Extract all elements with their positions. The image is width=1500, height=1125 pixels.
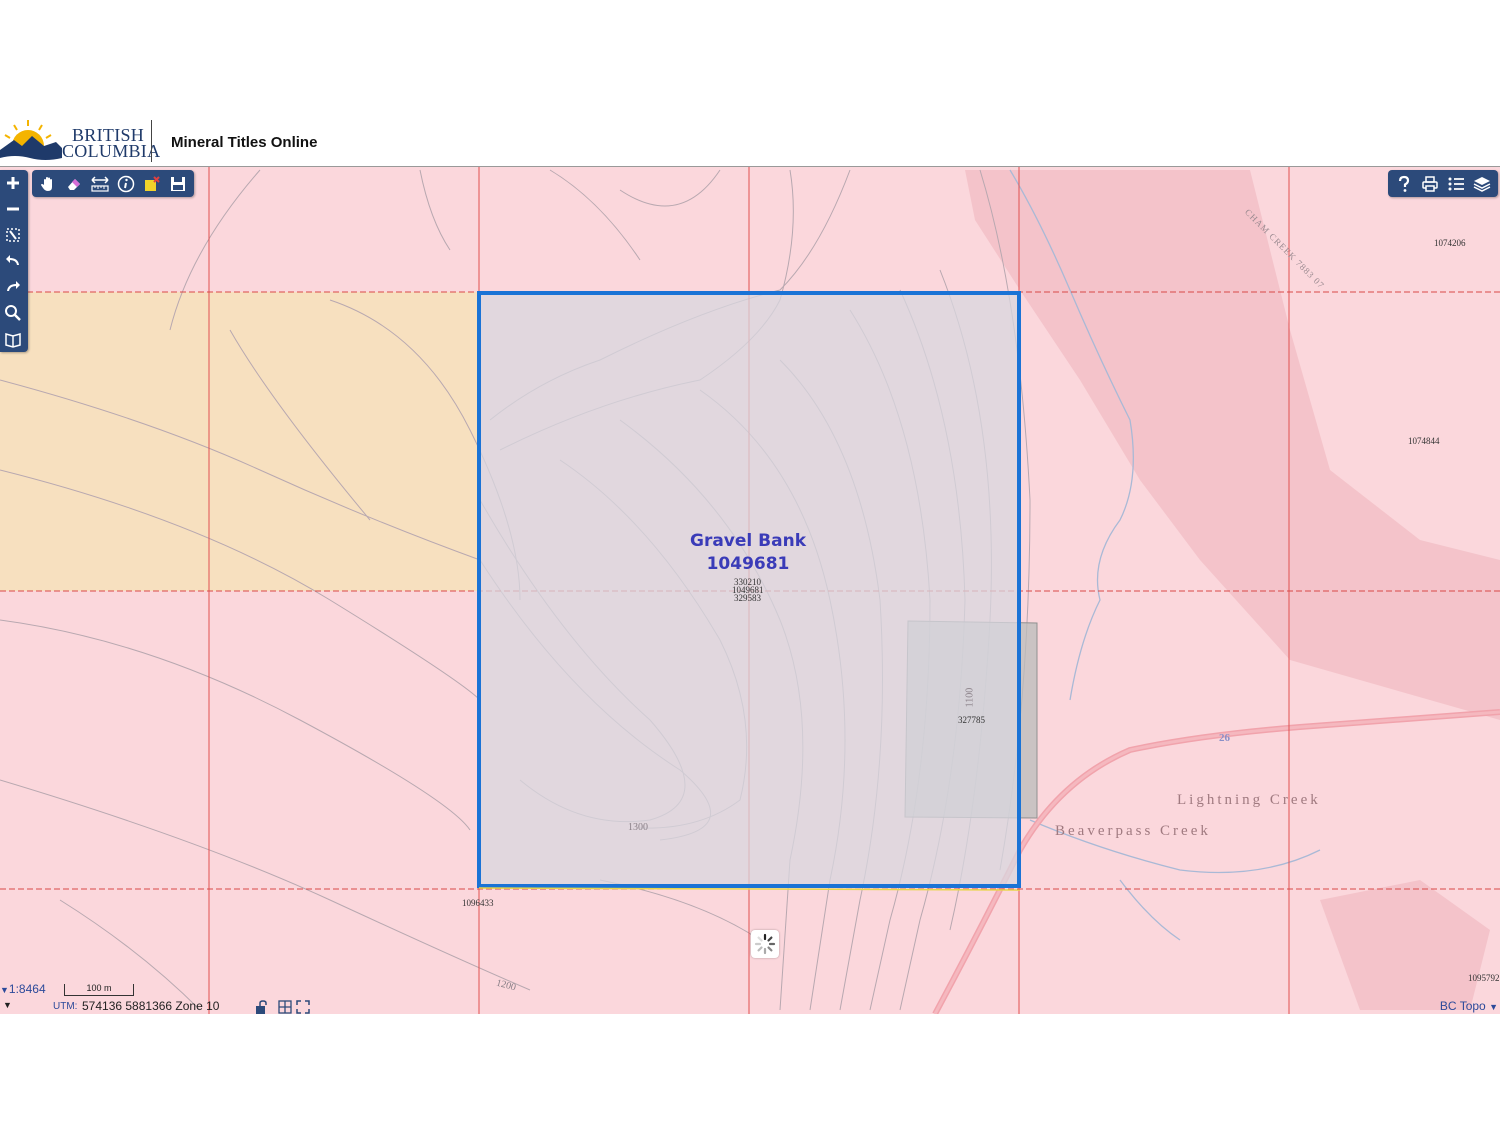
bc-logo[interactable]: BRITISH COLUMBIA bbox=[0, 116, 160, 166]
back-icon[interactable] bbox=[0, 248, 26, 274]
lock-icon[interactable] bbox=[254, 1000, 268, 1017]
status-dropdown-icon[interactable]: ▼ bbox=[3, 1000, 12, 1010]
coord-readout: 574136 5881366 Zone 10 bbox=[82, 999, 220, 1013]
header-bar: BRITISH COLUMBIA Mineral Titles Online bbox=[0, 116, 1500, 167]
creek-label-lightning: Lightning Creek bbox=[1177, 792, 1321, 808]
map-nav-toolbar bbox=[0, 170, 28, 352]
loading-spinner-icon bbox=[751, 930, 779, 958]
scale-dropdown-icon[interactable]: ▼ bbox=[0, 985, 9, 995]
status-bar: ▼ UTM: 574136 5881366 Zone 10 bbox=[0, 999, 1500, 1015]
basemap-label: BC Topo bbox=[1439, 999, 1486, 1013]
basemap-selector[interactable]: BC Topo ▼ bbox=[1440, 999, 1498, 1013]
search-icon[interactable] bbox=[0, 300, 26, 326]
claim-label-1074206: 1074206 bbox=[1434, 238, 1466, 248]
app-title: Mineral Titles Online bbox=[171, 134, 318, 151]
claim-label-329583: 329583 bbox=[734, 593, 761, 603]
legend-icon[interactable] bbox=[1443, 171, 1469, 197]
scale-text: 1:8464 bbox=[8, 982, 46, 996]
claim-label-1095792: 1095792 bbox=[1468, 973, 1500, 983]
selected-claim-label[interactable]: Gravel Bank 1049681 bbox=[690, 530, 806, 576]
grid-icon[interactable] bbox=[278, 1000, 292, 1017]
creek-label-beaverpass: Beaverpass Creek bbox=[1055, 823, 1211, 839]
claim-label-1074844: 1074844 bbox=[1408, 436, 1440, 446]
logo-text-columbia: COLUMBIA bbox=[62, 141, 161, 161]
highway-shield-26: 26 bbox=[1219, 732, 1230, 744]
layers-icon[interactable] bbox=[1469, 171, 1495, 197]
claim-label-1096433: 1096433 bbox=[462, 898, 494, 908]
sun-mountains-logo-icon bbox=[0, 120, 62, 166]
print-icon[interactable] bbox=[1417, 171, 1443, 197]
forward-icon[interactable] bbox=[0, 274, 26, 300]
zoom-out-icon[interactable] bbox=[0, 196, 26, 222]
save-icon[interactable] bbox=[165, 171, 191, 197]
contour-label-1100: 1100 bbox=[964, 687, 976, 708]
scale-selector[interactable]: ▼1:8464 bbox=[0, 982, 46, 998]
scale-bar: 100 m bbox=[64, 984, 134, 996]
chevron-down-icon: ▼ bbox=[1489, 1002, 1498, 1012]
coord-label: UTM: bbox=[53, 1001, 78, 1012]
claim-number: 1049681 bbox=[706, 554, 790, 574]
zoom-extent-icon[interactable] bbox=[0, 222, 26, 248]
logo-divider bbox=[151, 120, 152, 162]
measure-icon[interactable] bbox=[87, 171, 113, 197]
map-tools-toolbar bbox=[32, 170, 194, 197]
help-icon[interactable] bbox=[1391, 171, 1417, 197]
map-options-toolbar bbox=[1388, 170, 1498, 197]
erase-icon[interactable] bbox=[61, 171, 87, 197]
claim-label-327785: 327785 bbox=[958, 715, 985, 725]
claim-name: Gravel Bank bbox=[689, 531, 807, 551]
fullscreen-icon[interactable] bbox=[296, 1000, 310, 1017]
map-canvas[interactable]: 330210 1049681 329583 327785 1096433 107… bbox=[0, 167, 1500, 1014]
map-book-icon[interactable] bbox=[0, 326, 26, 352]
zoom-in-icon[interactable] bbox=[0, 170, 26, 196]
clear-selection-icon[interactable] bbox=[139, 171, 165, 197]
pan-icon[interactable] bbox=[35, 171, 61, 197]
contour-label-1300: 1300 bbox=[628, 822, 648, 833]
identify-icon[interactable] bbox=[113, 171, 139, 197]
